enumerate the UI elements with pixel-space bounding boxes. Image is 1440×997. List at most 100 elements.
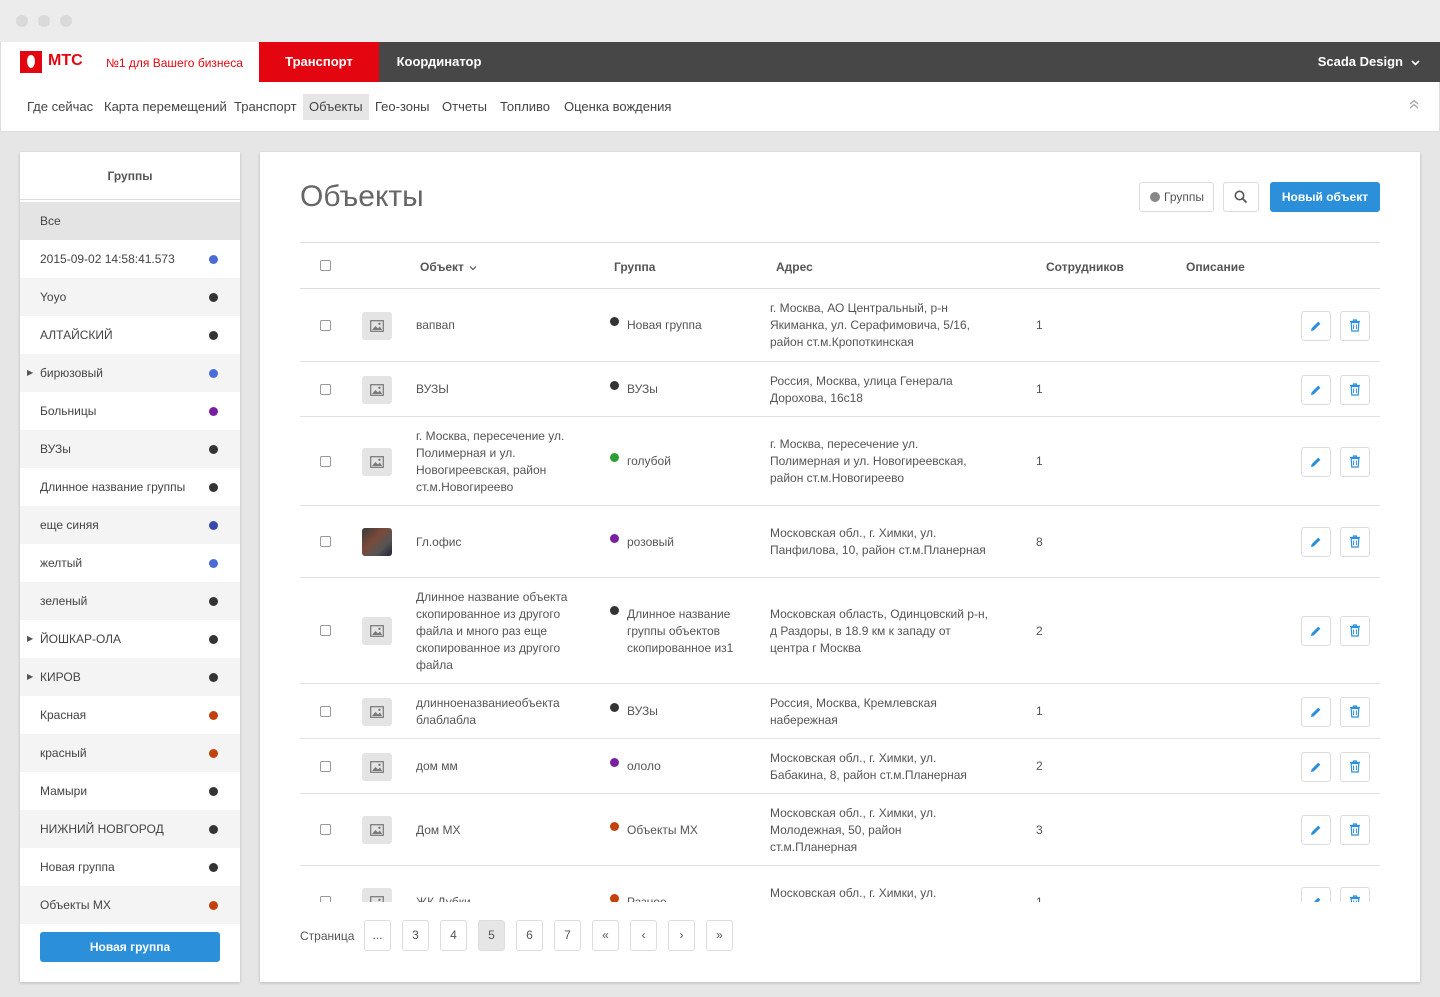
table-row[interactable]: Гл.офис розовый Московская обл., г. Химки,… (300, 506, 1380, 578)
sidebar-group-item[interactable]: зеленый (20, 582, 240, 620)
subnav-item-transport[interactable]: Транспорт (228, 94, 303, 120)
sidebar-group-item[interactable]: ▶ КИРОВ (20, 658, 240, 696)
row-checkbox[interactable] (320, 383, 331, 395)
page-4[interactable]: 4 (440, 920, 467, 951)
delete-button[interactable] (1340, 310, 1370, 341)
column-header-address[interactable]: Адрес (776, 260, 813, 274)
window-minimize-dot[interactable] (38, 15, 50, 27)
group-name: Красная (40, 708, 87, 722)
delete-button[interactable] (1340, 446, 1370, 477)
subnav-item-objects[interactable]: Объекты (303, 94, 369, 120)
edit-button[interactable] (1301, 696, 1331, 727)
sidebar-group-item[interactable]: Длинное название группы (20, 468, 240, 506)
sidebar-group-item[interactable]: 2015-09-02 14:58:41.573 (20, 240, 240, 278)
edit-button[interactable] (1301, 446, 1331, 477)
sidebar-group-item[interactable]: ▶ ЙОШКАР-ОЛА (20, 620, 240, 658)
column-header-group[interactable]: Группа (614, 260, 655, 274)
sidebar-group-item[interactable]: Мамыри (20, 772, 240, 810)
sidebar-group-item[interactable]: красный (20, 734, 240, 772)
table-row[interactable]: дом мм ололо Московская обл., г. Химки, ул… (300, 739, 1380, 794)
sidebar-group-item[interactable]: желтый (20, 544, 240, 582)
sidebar-group-item[interactable]: ▶ бирюзовый (20, 354, 240, 392)
sidebar-group-item[interactable]: НИЖНИЙ НОВГОРОД (20, 810, 240, 848)
new-group-button[interactable]: Новая группа (40, 932, 220, 962)
table-row[interactable]: Длинное название объекта скопированное и… (300, 578, 1380, 684)
edit-button[interactable] (1301, 616, 1331, 646)
delete-button[interactable] (1340, 527, 1370, 557)
page-5-current[interactable]: 5 (478, 920, 505, 951)
new-object-button[interactable]: Новый объект (1270, 182, 1380, 212)
image-placeholder-icon (362, 375, 392, 404)
group-list[interactable]: Все 2015-09-02 14:58:41.573 Yoyo АЛТАЙСКИЙ ▶… (20, 202, 240, 954)
window-maximize-dot[interactable] (60, 15, 72, 27)
brand[interactable]: МТС №1 для Вашего бизнеса (0, 42, 259, 82)
expand-arrow-icon[interactable]: ▶ (27, 658, 33, 696)
row-checkbox[interactable] (320, 536, 331, 547)
window-close-dot[interactable] (16, 15, 28, 27)
table-row[interactable]: ЖК Дубки Разное Московская обл., г. Химки,… (300, 866, 1380, 902)
edit-button[interactable] (1301, 887, 1331, 902)
sidebar-group-item[interactable]: Новая группа (20, 848, 240, 886)
sidebar-group-item[interactable]: ВУЗы (20, 430, 240, 468)
prev-page-button[interactable]: ‹ (630, 920, 657, 951)
column-header-employees[interactable]: Сотрудников (1046, 260, 1124, 274)
user-menu[interactable]: Scada Design (1318, 42, 1420, 82)
row-checkbox[interactable] (320, 896, 331, 902)
edit-button[interactable] (1301, 751, 1331, 782)
first-page-button[interactable]: « (592, 920, 619, 951)
row-checkbox[interactable] (320, 625, 331, 636)
edit-button[interactable] (1301, 374, 1331, 405)
table-row[interactable]: вапвап Новая группа г. Москва, АО Централь… (300, 289, 1380, 362)
edit-button[interactable] (1301, 527, 1331, 557)
column-header-object[interactable]: Объект (420, 260, 477, 274)
edit-button[interactable] (1301, 815, 1331, 845)
column-header-description[interactable]: Описание (1186, 260, 1245, 274)
expand-arrow-icon[interactable]: ▶ (27, 620, 33, 658)
subnav-item-reports[interactable]: Отчеты (436, 94, 493, 120)
delete-button[interactable] (1340, 374, 1370, 405)
delete-button[interactable] (1340, 616, 1370, 646)
pencil-icon (1311, 385, 1321, 395)
expand-arrow-icon[interactable]: ▶ (27, 354, 33, 392)
next-page-button[interactable]: › (668, 920, 695, 951)
subnav-item-driving-score[interactable]: Оценка вождения (558, 94, 677, 120)
row-checkbox[interactable] (320, 824, 331, 835)
sidebar-group-item[interactable]: еще синяя (20, 506, 240, 544)
page-3[interactable]: 3 (402, 920, 429, 951)
sidebar-group-item[interactable]: Объекты МХ (20, 886, 240, 924)
page-ellipsis[interactable]: ... (364, 920, 391, 951)
page-7[interactable]: 7 (554, 920, 581, 951)
delete-button[interactable] (1340, 887, 1370, 902)
page-6[interactable]: 6 (516, 920, 543, 951)
select-all-checkbox[interactable] (320, 260, 331, 271)
table-row[interactable]: ВУЗЫ ВУЗы Россия, Москва, улица Генерала Д… (300, 362, 1380, 417)
group-name: красный (40, 746, 87, 760)
row-checkbox[interactable] (320, 705, 331, 717)
subnav-item-movement-map[interactable]: Карта перемещений (98, 94, 233, 120)
sidebar-group-item[interactable]: АЛТАЙСКИЙ (20, 316, 240, 354)
sidebar-group-item[interactable]: Красная (20, 696, 240, 734)
sidebar-group-item[interactable]: Yoyo (20, 278, 240, 316)
delete-button[interactable] (1340, 751, 1370, 782)
table-row[interactable]: г. Москва, пересечение ул. Полимерная и … (300, 417, 1380, 506)
search-button[interactable] (1223, 182, 1259, 212)
sidebar-group-item[interactable]: Больницы (20, 392, 240, 430)
groups-filter-button[interactable]: Группы (1139, 182, 1214, 212)
row-checkbox[interactable] (320, 319, 331, 331)
collapse-up-icon[interactable] (1409, 98, 1419, 112)
table-row[interactable]: длинноеназваниеобъекта блаблабла ВУЗы Росс… (300, 684, 1380, 739)
delete-button[interactable] (1340, 815, 1370, 845)
tab-transport[interactable]: Транспорт (259, 42, 379, 82)
tab-coordinator[interactable]: Координатор (379, 42, 499, 82)
last-page-button[interactable]: » (706, 920, 733, 951)
row-checkbox[interactable] (320, 455, 331, 467)
subnav-item-where-now[interactable]: Где сейчас (21, 94, 99, 120)
subnav-item-geozones[interactable]: Гео-зоны (369, 94, 436, 120)
sidebar-group-item[interactable]: Все (20, 202, 240, 240)
edit-button[interactable] (1301, 310, 1331, 341)
trash-icon (1350, 624, 1360, 637)
delete-button[interactable] (1340, 696, 1370, 727)
table-row[interactable]: Дом МХ Объекты МХ Московская обл., г. Химк… (300, 794, 1380, 866)
row-checkbox[interactable] (320, 760, 331, 772)
subnav-item-fuel[interactable]: Топливо (494, 94, 556, 120)
